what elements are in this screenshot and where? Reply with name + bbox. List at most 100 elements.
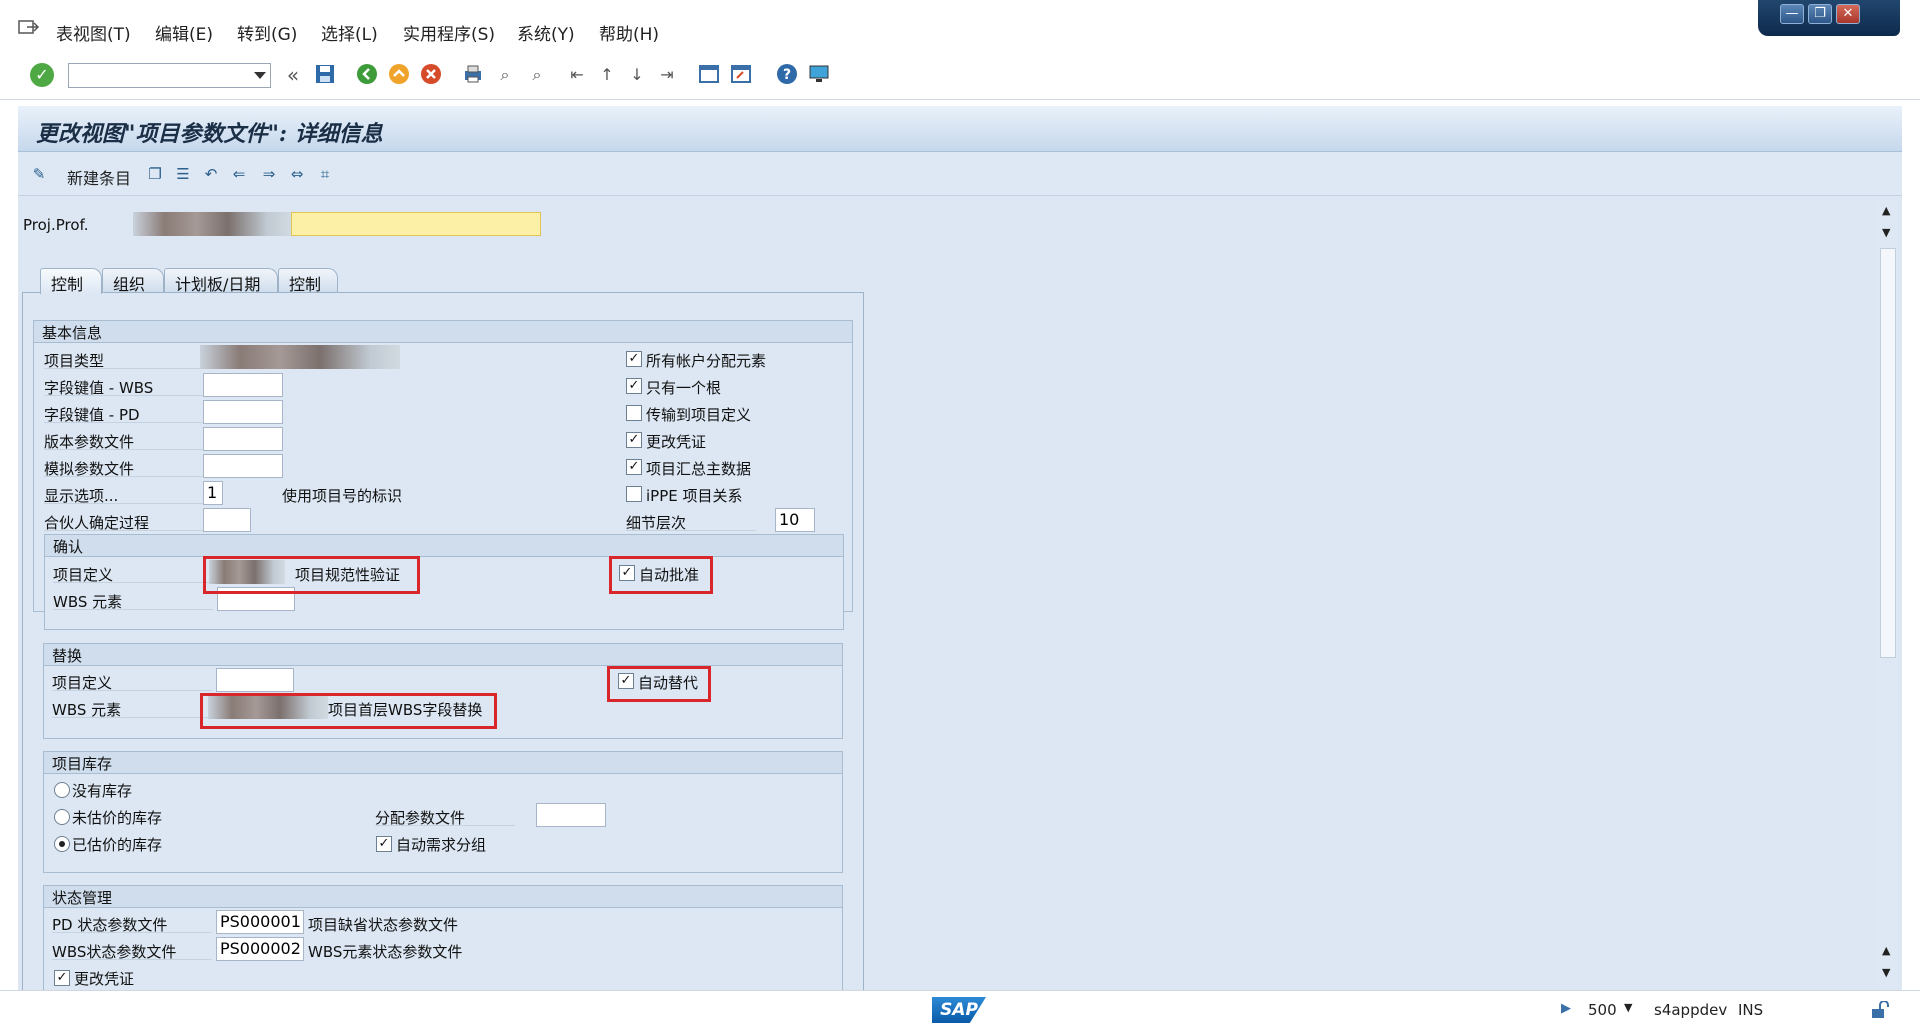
highlight-validation-proj-def <box>203 556 420 594</box>
partner-determination-input[interactable] <box>203 508 251 532</box>
find-icon[interactable]: ⌕ <box>493 63 517 87</box>
chevron-down-icon[interactable] <box>254 72 266 79</box>
status-client: 500 <box>1588 1001 1617 1019</box>
create-session-icon[interactable] <box>697 63 721 87</box>
copy-as-icon[interactable]: ❐ <box>144 164 166 184</box>
highlight-auto-substitute <box>607 666 711 702</box>
simulation-profile-input[interactable] <box>203 454 283 478</box>
project-summary-label: 项目汇总主数据 <box>646 460 752 478</box>
highlight-auto-approve <box>609 556 713 594</box>
menu-selection[interactable]: 选择(L) <box>321 20 378 45</box>
sap-logo: SAP <box>932 997 986 1023</box>
back-icon[interactable] <box>355 63 379 87</box>
status-mgmt-group: 状态管理 PD 状态参数文件 PS000001 项目缺省状态参数文件 WBS状态… <box>43 885 843 1005</box>
status-bar: SAP ▶ 500 ▼ s4appdev INS <box>0 990 1920 1030</box>
enter-check-icon[interactable]: ✓ <box>30 63 54 87</box>
substitution-proj-def-input[interactable] <box>216 668 294 692</box>
status-expand-icon[interactable]: ▶ <box>1561 1001 1571 1016</box>
compare-icon[interactable]: ⌗ <box>314 164 336 184</box>
pd-status-profile-input[interactable]: PS000001 <box>216 910 304 934</box>
scroll-down-icon[interactable]: ▼ <box>1882 966 1890 979</box>
vertical-scrollbar[interactable]: ▲ ▼ ▲ ▼ <box>1878 200 1898 988</box>
validation-group: 确认 项目定义 项目规范性验证 WBS 元素 ✓ 自动批准 <box>44 534 844 630</box>
chk-ippe-relation[interactable] <box>626 486 642 502</box>
chk-status-change-doc[interactable]: ✓ <box>54 970 70 986</box>
profile-input[interactable] <box>291 212 541 236</box>
lock-icon <box>1870 1000 1890 1023</box>
profile-code-image <box>133 212 291 236</box>
exit-icon[interactable] <box>387 63 411 87</box>
project-type-value-image <box>200 345 400 369</box>
display-change-icon[interactable]: ✎ <box>28 164 50 184</box>
field-key-pd-input[interactable] <box>203 400 283 424</box>
menu-exit-icon[interactable] <box>18 18 40 36</box>
other-entry-icon[interactable]: ⇔ <box>286 164 308 184</box>
new-entry-button[interactable]: 新建条目 <box>67 165 131 189</box>
display-options-input[interactable]: 1 <box>203 481 223 505</box>
menu-utilities[interactable]: 实用程序(S) <box>403 20 495 45</box>
project-stock-title: 项目库存 <box>44 752 842 774</box>
basic-info-group: 基本信息 项目类型 字段键值 - WBS 字段键值 - PD 版本参数文件 模拟… <box>33 320 853 630</box>
radio-no-stock[interactable] <box>54 782 70 798</box>
undo-change-icon[interactable]: ↶ <box>200 164 222 184</box>
chk-transfer-proj-def[interactable] <box>626 405 642 421</box>
previous-entry-icon[interactable]: ⇐ <box>228 164 250 184</box>
first-page-icon[interactable]: ⇤ <box>565 63 589 87</box>
chk-change-doc[interactable]: ✓ <box>626 432 642 448</box>
tab-control-2[interactable]: 控制 <box>278 268 338 294</box>
all-acct-assign-label: 所有帐户分配元素 <box>646 352 767 370</box>
window-controls: — ❐ ✕ <box>1758 0 1900 36</box>
status-mode: INS <box>1738 1001 1764 1019</box>
dist-profile-input[interactable] <box>536 803 606 827</box>
delete-icon[interactable]: ☰ <box>172 164 194 184</box>
wbs-status-profile-input[interactable]: PS000002 <box>216 937 304 961</box>
change-doc-label: 更改凭证 <box>646 433 707 451</box>
auto-req-grouping-label: 自动需求分组 <box>396 836 487 854</box>
scroll-page-down-icon[interactable]: ▲ <box>1882 944 1890 957</box>
command-field[interactable] <box>68 63 271 88</box>
last-page-icon[interactable]: ⇥ <box>655 63 679 87</box>
transfer-proj-def-label: 传输到项目定义 <box>646 406 752 424</box>
detail-level-input[interactable]: 10 <box>775 508 815 532</box>
no-stock-label: 没有库存 <box>72 782 133 800</box>
restore-button[interactable]: ❐ <box>1808 4 1832 24</box>
chk-all-acct-assign[interactable]: ✓ <box>626 351 642 367</box>
menu-table-view[interactable]: 表视图(T) <box>56 20 131 45</box>
tab-planning-board-dates[interactable]: 计划板/日期 <box>164 268 278 294</box>
display-options-desc: 使用项目号的标识 <box>282 487 403 505</box>
close-button[interactable]: ✕ <box>1836 4 1860 24</box>
next-entry-icon[interactable]: ⇒ <box>258 164 280 184</box>
menu-goto[interactable]: 转到(G) <box>237 20 297 45</box>
field-key-wbs-input[interactable] <box>203 373 283 397</box>
scroll-up-icon[interactable]: ▲ <box>1882 204 1890 217</box>
minimize-button[interactable]: — <box>1780 4 1804 24</box>
radio-valuated-stock[interactable] <box>54 836 70 852</box>
chk-auto-req-grouping[interactable]: ✓ <box>376 836 392 852</box>
previous-page-icon[interactable]: ↑ <box>595 63 619 87</box>
find-next-icon[interactable]: ⌕ <box>525 63 549 87</box>
radio-non-valuated-stock[interactable] <box>54 809 70 825</box>
tab-organization[interactable]: 组织 <box>102 268 164 294</box>
chk-only-one-root[interactable]: ✓ <box>626 378 642 394</box>
print-icon[interactable] <box>461 63 485 87</box>
scroll-page-up-icon[interactable]: ▼ <box>1882 226 1890 239</box>
menu-edit[interactable]: 编辑(E) <box>155 20 213 45</box>
scroll-thumb[interactable] <box>1880 248 1896 658</box>
status-mgmt-title: 状态管理 <box>44 886 842 908</box>
tab-panel: 基本信息 项目类型 字段键值 - WBS 字段键值 - PD 版本参数文件 模拟… <box>22 292 864 1012</box>
menu-system[interactable]: 系统(Y) <box>517 20 575 45</box>
help-icon[interactable]: ? <box>775 63 799 87</box>
cancel-icon[interactable] <box>419 63 443 87</box>
customize-layout-icon[interactable] <box>807 63 831 87</box>
valuated-stock-label: 已估价的库存 <box>72 836 163 854</box>
next-page-icon[interactable]: ↓ <box>625 63 649 87</box>
tab-control[interactable]: 控制 <box>40 268 102 294</box>
version-profile-input[interactable] <box>203 427 283 451</box>
save-icon[interactable] <box>313 63 337 87</box>
status-dropdown-icon[interactable]: ▼ <box>1624 1001 1632 1014</box>
status-system: s4appdev <box>1654 1001 1728 1019</box>
menu-help[interactable]: 帮助(H) <box>599 20 659 45</box>
back-history-icon[interactable]: « <box>281 63 305 87</box>
shortcut-icon[interactable] <box>729 63 753 87</box>
chk-project-summary[interactable]: ✓ <box>626 459 642 475</box>
